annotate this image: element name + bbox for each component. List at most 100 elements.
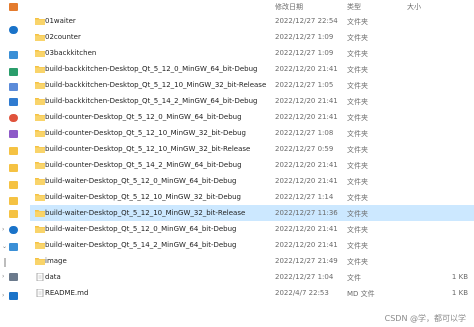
- folder-icon: [35, 145, 45, 153]
- file-type: 文件夹: [347, 194, 368, 202]
- folder-icon: [35, 161, 45, 169]
- file-row[interactable]: build-waiter-Desktop_Qt_5_12_10_MinGW_32…: [30, 189, 474, 205]
- video-icon[interactable]: [9, 130, 18, 138]
- file-row[interactable]: build-backkitchen-Desktop_Qt_5_12_0_MinG…: [30, 61, 474, 77]
- file-row[interactable]: build-backkitchen-Desktop_Qt_5_14_2_MinG…: [30, 93, 474, 109]
- file-type: 文件夹: [347, 66, 368, 74]
- folder-icon: [35, 65, 45, 73]
- file-name: build-counter-Desktop_Qt_5_14_2_MinGW_64…: [45, 161, 242, 169]
- file-type: 文件夹: [347, 114, 368, 122]
- date-modified-column-header[interactable]: 修改日期: [275, 2, 303, 12]
- file-name: build-counter-Desktop_Qt_5_12_10_MinGW_3…: [45, 129, 246, 137]
- home-icon[interactable]: [9, 3, 18, 11]
- navigation-scrollbar[interactable]: [4, 258, 6, 267]
- drive-icon[interactable]: [9, 273, 18, 281]
- file-row[interactable]: build-counter-Desktop_Qt_5_12_10_MinGW_3…: [30, 141, 474, 157]
- file-row[interactable]: build-counter-Desktop_Qt_5_12_10_MinGW_3…: [30, 125, 474, 141]
- file-name: build-backkitchen-Desktop_Qt_5_12_10_Min…: [45, 81, 267, 89]
- file-row[interactable]: build-counter-Desktop_Qt_5_14_2_MinGW_64…: [30, 157, 474, 173]
- file-type: 文件夹: [347, 162, 368, 170]
- file-name: 01waiter: [45, 17, 76, 25]
- file-row[interactable]: build-counter-Desktop_Qt_5_12_0_MinGW_64…: [30, 109, 474, 125]
- file-date-modified: 2022/12/27 1:14: [275, 193, 334, 201]
- chevron-right-icon[interactable]: ›: [2, 274, 7, 280]
- file-name: build-counter-Desktop_Qt_5_12_10_MinGW_3…: [45, 145, 251, 153]
- folder-icon[interactable]: [9, 197, 18, 205]
- file-date-modified: 2022/12/27 21:49: [275, 257, 338, 265]
- file-row[interactable]: 01waiter 2022/12/27 22:54 文件夹: [30, 13, 474, 29]
- cloud-icon[interactable]: [9, 26, 18, 34]
- file-size: 1 KB: [451, 289, 468, 297]
- file-row[interactable]: build-waiter-Desktop_Qt_5_12_0_MinGW_64_…: [30, 173, 474, 189]
- file-name: build-counter-Desktop_Qt_5_12_0_MinGW_64…: [45, 113, 242, 121]
- file-row[interactable]: image 2022/12/27 21:49 文件夹: [30, 253, 474, 269]
- folder-icon: [35, 17, 45, 25]
- size-column-header[interactable]: 大小: [407, 2, 421, 12]
- file-name: README.md: [45, 289, 89, 297]
- folder-icon: [35, 241, 45, 249]
- folder-icon: [35, 193, 45, 201]
- type-column-header[interactable]: 类型: [347, 2, 361, 12]
- file-row[interactable]: 02counter 2022/12/27 1:09 文件夹: [30, 29, 474, 45]
- file-row[interactable]: build-waiter-Desktop_Qt_5_14_2_MinGW_64_…: [30, 237, 474, 253]
- file-type: 文件夹: [347, 82, 368, 90]
- file-type: 文件夹: [347, 210, 368, 218]
- file-type: 文件夹: [347, 242, 368, 250]
- file-date-modified: 2022/12/20 21:41: [275, 97, 338, 105]
- folder-icon: [35, 113, 45, 121]
- pc-icon[interactable]: [9, 243, 18, 251]
- cloud-icon[interactable]: [9, 226, 18, 234]
- file-type: 文件夹: [347, 146, 368, 154]
- file-date-modified: 2022/12/27 0:59: [275, 145, 334, 153]
- file-name: 03backkitchen: [45, 49, 97, 57]
- chevron-down-icon[interactable]: ⌄: [2, 244, 7, 250]
- folder-icon: [35, 33, 45, 41]
- markdown-file-icon: [35, 288, 45, 298]
- file-type: 文件: [347, 274, 361, 282]
- file-row[interactable]: build-backkitchen-Desktop_Qt_5_12_10_Min…: [30, 77, 474, 93]
- folder-icon[interactable]: [9, 181, 18, 189]
- network-icon[interactable]: [9, 292, 18, 300]
- file-type: 文件夹: [347, 98, 368, 106]
- folder-icon[interactable]: [9, 210, 18, 218]
- file-name: build-waiter-Desktop_Qt_5_14_2_MinGW_64_…: [45, 241, 237, 249]
- monitor-icon[interactable]: [9, 51, 18, 59]
- chevron-right-icon[interactable]: ›: [2, 227, 7, 233]
- file-date-modified: 2022/12/27 1:08: [275, 129, 334, 137]
- file-row[interactable]: data 2022/12/27 1:04 文件 1 KB: [30, 269, 474, 285]
- file-date-modified: 2022/12/27 1:04: [275, 273, 334, 281]
- download-icon[interactable]: [9, 68, 18, 76]
- column-header: 修改日期 类型 大小: [0, 0, 474, 12]
- file-name: build-backkitchen-Desktop_Qt_5_12_0_MinG…: [45, 65, 258, 73]
- file-date-modified: 2022/12/27 1:05: [275, 81, 334, 89]
- file-type: MD 文件: [347, 290, 375, 298]
- folder-icon: [35, 209, 45, 217]
- folder-icon: [35, 81, 45, 89]
- file-date-modified: 2022/12/20 21:41: [275, 177, 338, 185]
- file-row[interactable]: build-waiter-Desktop_Qt_5_12_10_MinGW_32…: [30, 205, 474, 221]
- folder-icon: [35, 257, 45, 265]
- file-name: data: [45, 273, 61, 281]
- chevron-right-icon[interactable]: ›: [2, 293, 7, 299]
- file-date-modified: 2022/12/27 1:09: [275, 33, 334, 41]
- folder-icon[interactable]: [9, 164, 18, 172]
- music-icon[interactable]: [9, 114, 18, 122]
- folder-icon[interactable]: [9, 147, 18, 155]
- file-name: build-waiter-Desktop_Qt_5_12_10_MinGW_32…: [45, 209, 246, 217]
- file-size: 1 KB: [451, 273, 468, 281]
- file-type: 文件夹: [347, 18, 368, 26]
- document-icon[interactable]: [9, 83, 18, 91]
- file-row[interactable]: 03backkitchen 2022/12/27 1:09 文件夹: [30, 45, 474, 61]
- file-row[interactable]: README.md 2022/4/7 22:53 MD 文件 1 KB: [30, 285, 474, 301]
- file-name: build-waiter-Desktop_Qt_5_12_0_MinGW_64_…: [45, 225, 237, 233]
- folder-icon: [35, 129, 45, 137]
- file-date-modified: 2022/12/27 11:36: [275, 209, 338, 217]
- file-name: image: [45, 257, 67, 265]
- file-type: 文件夹: [347, 258, 368, 266]
- folder-icon: [35, 49, 45, 57]
- file-date-modified: 2022/12/20 21:41: [275, 65, 338, 73]
- picture-icon[interactable]: [9, 98, 18, 106]
- file-row[interactable]: build-waiter-Desktop_Qt_5_12_0_MinGW_64_…: [30, 221, 474, 237]
- watermark: CSDN @学，都可以学: [384, 314, 466, 323]
- file-icon: [35, 272, 45, 282]
